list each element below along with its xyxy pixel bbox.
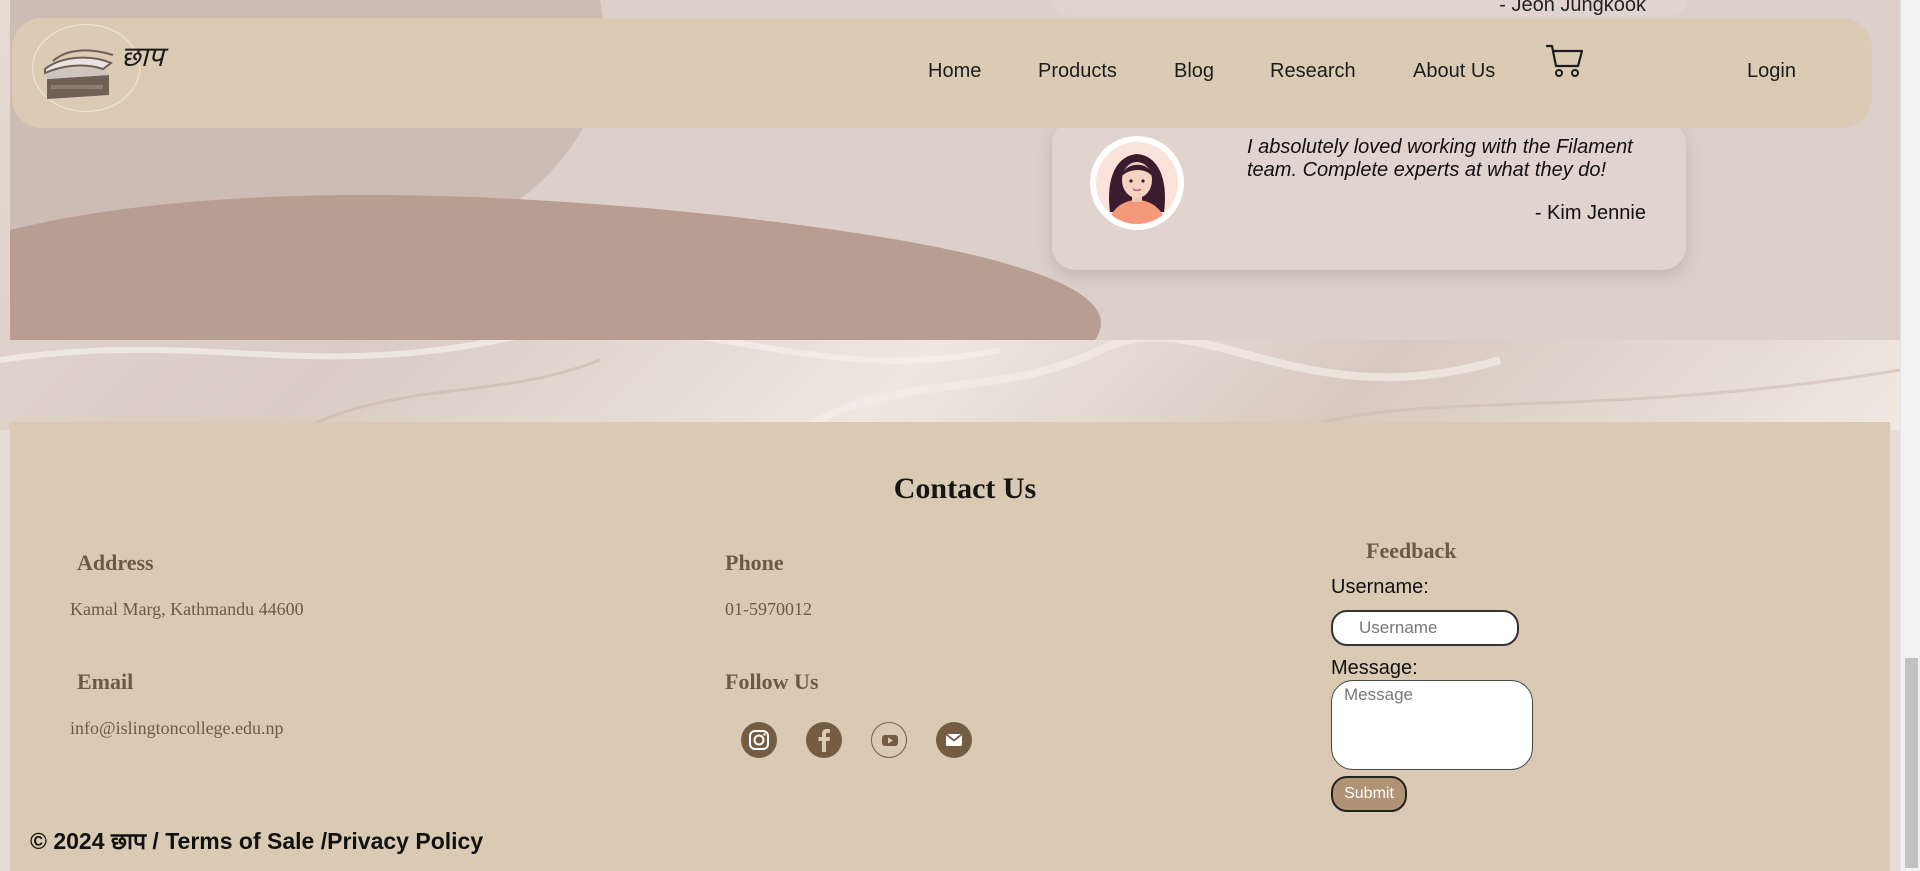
username-input[interactable]: Username — [1331, 610, 1519, 646]
mail-icon[interactable] — [936, 722, 972, 758]
nav-home[interactable]: Home — [928, 60, 981, 83]
username-label: Username: — [1331, 576, 1429, 598]
instagram-icon[interactable] — [741, 722, 777, 758]
testimonial-card-previous: - Jeon Jungkook — [1052, 0, 1686, 16]
submit-button[interactable]: Submit — [1331, 776, 1407, 812]
follow-heading: Follow Us — [725, 669, 819, 694]
testimonial-quote: I absolutely loved working with the Fila… — [1247, 136, 1633, 181]
navbar: छाप Home Products Blog Research About Us… — [12, 18, 1872, 128]
nav-research[interactable]: Research — [1270, 60, 1356, 83]
logo-text: छाप — [121, 40, 164, 73]
email-heading: Email — [77, 669, 134, 694]
address-heading: Address — [77, 550, 154, 575]
nav-about-us[interactable]: About Us — [1413, 60, 1495, 83]
youtube-icon[interactable] — [871, 722, 907, 758]
logo[interactable]: छाप — [32, 24, 164, 112]
testimonial-card: I absolutely loved working with the Fila… — [1052, 120, 1686, 270]
testimonial-author: - Jeon Jungkook — [1499, 0, 1646, 16]
scrollbar[interactable] — [1900, 0, 1920, 871]
feedback-heading: Feedback — [1366, 538, 1457, 563]
message-textarea[interactable]: Message — [1331, 680, 1533, 770]
phone-value: 01-5970012 — [725, 599, 812, 619]
cart-icon[interactable] — [1542, 38, 1586, 87]
phone-heading: Phone — [725, 550, 784, 575]
contact-title: Contact Us — [893, 472, 1037, 505]
address-value: Kamal Marg, Kathmandu 44600 — [70, 599, 304, 619]
email-value[interactable]: info@islingtoncollege.edu.np — [70, 718, 284, 739]
nav-products[interactable]: Products — [1038, 60, 1117, 83]
scrollbar-thumb[interactable] — [1905, 658, 1918, 868]
facebook-icon[interactable] — [806, 722, 842, 758]
footer-text: © 2024 छाप / Terms of Sale /Privacy Poli… — [30, 828, 484, 854]
nav-blog[interactable]: Blog — [1174, 60, 1214, 83]
message-label: Message: — [1331, 657, 1418, 679]
avatar — [1090, 136, 1184, 230]
login-link[interactable]: Login — [1747, 60, 1796, 83]
testimonial-author: - Kim Jennie — [1534, 202, 1646, 224]
contact-section: Contact Us Address Kamal Marg, Kathmandu… — [10, 422, 1890, 871]
